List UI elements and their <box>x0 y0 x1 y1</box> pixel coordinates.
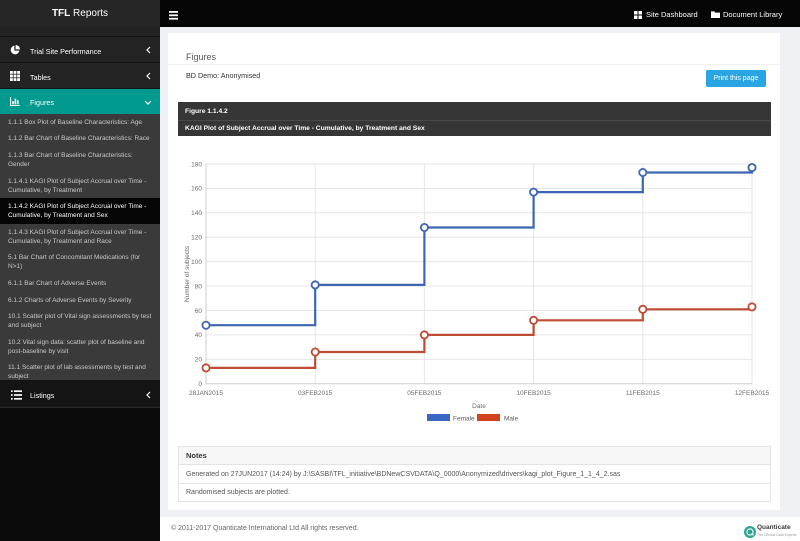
svg-text:05FEB2015: 05FEB2015 <box>407 390 442 397</box>
svg-text:10FEB2015: 10FEB2015 <box>516 390 551 397</box>
svg-text:80: 80 <box>195 283 203 290</box>
svg-text:Number of subjects: Number of subjects <box>184 245 191 302</box>
svg-text:160: 160 <box>191 186 202 193</box>
svg-text:120: 120 <box>191 235 202 242</box>
svg-text:140: 140 <box>191 210 202 217</box>
svg-text:Date: Date <box>472 403 486 410</box>
svg-text:03FEB2015: 03FEB2015 <box>298 390 333 397</box>
svg-text:Male: Male <box>504 416 518 423</box>
svg-text:0: 0 <box>198 381 202 388</box>
svg-text:180: 180 <box>191 161 202 168</box>
svg-text:60: 60 <box>195 308 203 315</box>
svg-text:11FEB2015: 11FEB2015 <box>626 390 660 397</box>
svg-text:40: 40 <box>195 332 203 339</box>
svg-text:100: 100 <box>191 259 202 266</box>
svg-text:28JAN2015: 28JAN2015 <box>189 390 223 397</box>
svg-text:20: 20 <box>195 357 203 364</box>
svg-text:Female: Female <box>453 416 475 423</box>
svg-text:12FEB2015: 12FEB2015 <box>735 390 770 397</box>
